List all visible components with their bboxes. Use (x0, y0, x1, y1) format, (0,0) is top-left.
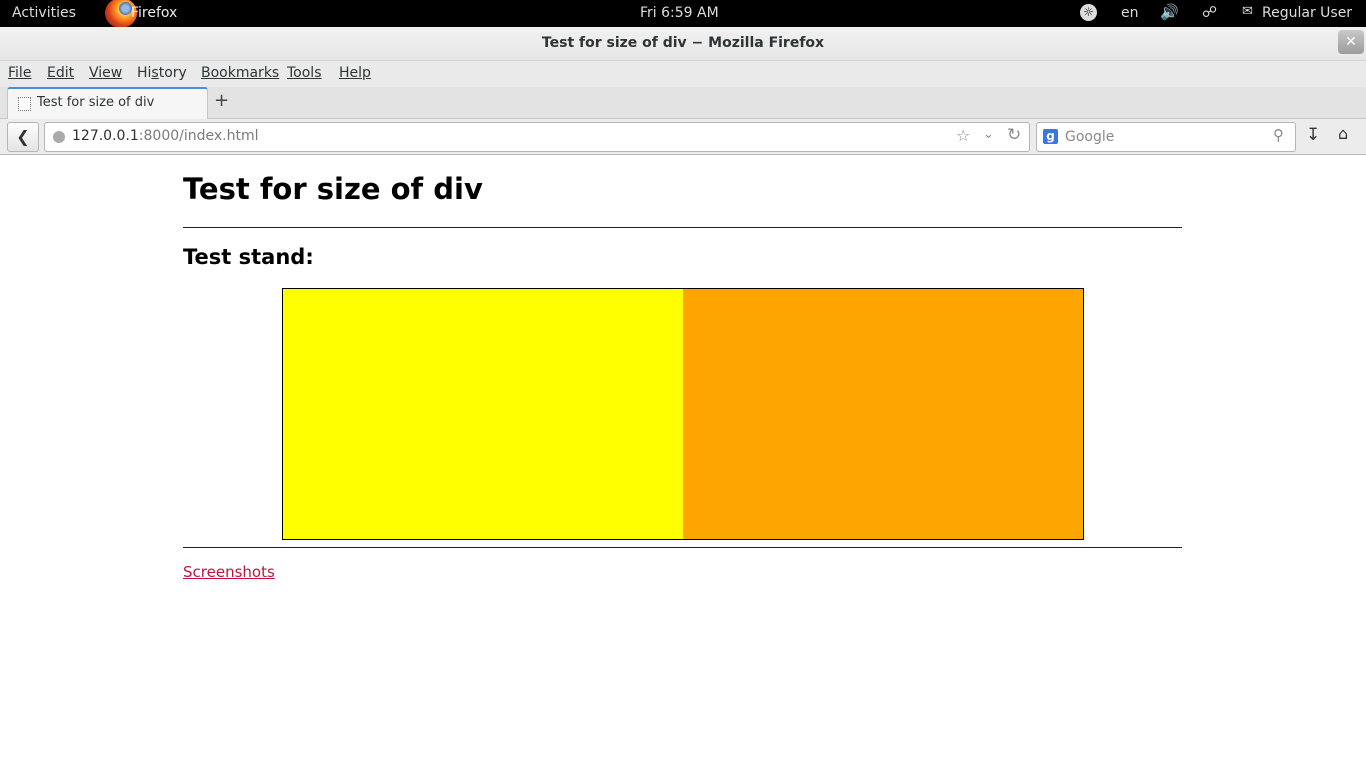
search-magnifier-icon[interactable]: ⚲ (1273, 126, 1284, 144)
divider-bottom (183, 547, 1182, 548)
google-engine-icon[interactable]: g (1043, 129, 1058, 144)
menu-edit-label: Edit (47, 65, 75, 81)
bookmark-star-icon[interactable]: ☆ (956, 126, 970, 145)
menu-help-label: Help (339, 65, 371, 81)
navigation-toolbar: ❮ 127.0.0.1:8000/index.html ☆ ⌄ ↻ g ⚲ ↧ … (0, 119, 1366, 155)
menu-view[interactable]: View (89, 65, 122, 81)
gnome-top-bar: Activities Firefox Fri 6:59 AM ☼ en 🔊 ☍ … (0, 0, 1366, 28)
page-heading: Test for size of div (183, 172, 483, 206)
url-path: :8000/index.html (138, 128, 259, 144)
screenshots-link[interactable]: Screenshots (183, 563, 275, 581)
user-status-icon: ✉ (1242, 4, 1253, 19)
menu-history-mnemonic: s (151, 65, 159, 81)
language-indicator[interactable]: en (1121, 5, 1139, 21)
test-stand-right-div (683, 289, 1083, 539)
url-host: 127.0.0.1 (72, 128, 139, 144)
menu-view-label: View (89, 65, 123, 81)
window-title: Test for size of div − Mozilla Firefox (541, 35, 825, 51)
url-text[interactable]: 127.0.0.1:8000/index.html (72, 128, 259, 144)
user-menu[interactable]: Regular User (1262, 5, 1352, 21)
chevron-left-icon: ❮ (16, 127, 30, 146)
menu-bar: File Edit View History Bookmarks Tools H… (0, 61, 1366, 87)
site-identity-icon[interactable] (53, 131, 65, 143)
back-button[interactable]: ❮ (7, 122, 39, 152)
tab-label: Test for size of div (37, 95, 155, 110)
tab-active[interactable]: Test for size of div (7, 87, 208, 119)
menu-help[interactable]: Help (339, 65, 371, 81)
activities-button[interactable]: Activities (12, 5, 76, 21)
menu-edit[interactable]: Edit (47, 65, 74, 81)
menu-tools[interactable]: Tools (287, 65, 322, 81)
reload-icon[interactable]: ↻ (1007, 125, 1021, 145)
test-stand-left-div (283, 289, 683, 539)
close-window-button[interactable]: ✕ (1338, 30, 1364, 54)
menu-bookmarks[interactable]: Bookmarks (201, 65, 279, 81)
page-favicon-icon (18, 97, 31, 111)
tab-strip: Test for size of div + (0, 87, 1366, 119)
network-icon[interactable]: ☍ (1202, 3, 1217, 21)
accessibility-icon[interactable]: ☼ (1080, 4, 1097, 21)
menu-bookmarks-label: Bookmarks (201, 65, 280, 81)
window-titlebar: Test for size of div − Mozilla Firefox ✕ (0, 27, 1366, 61)
search-bar[interactable]: g ⚲ (1036, 122, 1296, 152)
menu-file-label: File (8, 65, 32, 81)
home-icon[interactable]: ⌂ (1338, 124, 1348, 143)
divider-top (183, 227, 1182, 228)
clock[interactable]: Fri 6:59 AM (640, 5, 719, 21)
menu-file[interactable]: File (8, 65, 31, 81)
search-input[interactable] (1063, 126, 1267, 148)
page-content: Test for size of div Test stand: Screens… (0, 155, 1366, 768)
downloads-icon[interactable]: ↧ (1306, 125, 1320, 145)
url-bar[interactable]: 127.0.0.1:8000/index.html ☆ ⌄ ↻ (44, 122, 1030, 152)
app-menu[interactable]: Firefox (131, 5, 177, 21)
url-history-dropdown-icon[interactable]: ⌄ (983, 127, 994, 142)
new-tab-button[interactable]: + (214, 90, 229, 111)
test-stand-heading: Test stand: (183, 245, 314, 269)
menu-history[interactable]: History (137, 65, 187, 81)
test-stand (282, 288, 1084, 540)
volume-icon[interactable]: 🔊 (1160, 3, 1179, 21)
menu-tools-label: Tools (287, 65, 322, 81)
